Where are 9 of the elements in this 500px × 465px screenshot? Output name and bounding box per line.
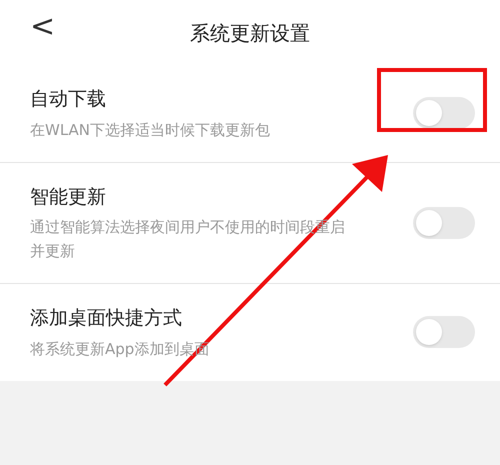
toggle-switch[interactable] xyxy=(413,97,475,130)
setting-title: 添加桌面快捷方式 xyxy=(30,306,183,331)
page-title: 系统更新设置 xyxy=(190,20,310,46)
toggle-switch[interactable] xyxy=(413,316,475,348)
toggle-switch[interactable] xyxy=(413,206,475,239)
setting-description: 在WLAN下选择适当时候下载更新包 xyxy=(30,120,272,140)
back-button[interactable]: < xyxy=(26,12,60,42)
setting-title: 自动下载 xyxy=(30,87,107,112)
setting-title: 智能更新 xyxy=(30,184,107,210)
